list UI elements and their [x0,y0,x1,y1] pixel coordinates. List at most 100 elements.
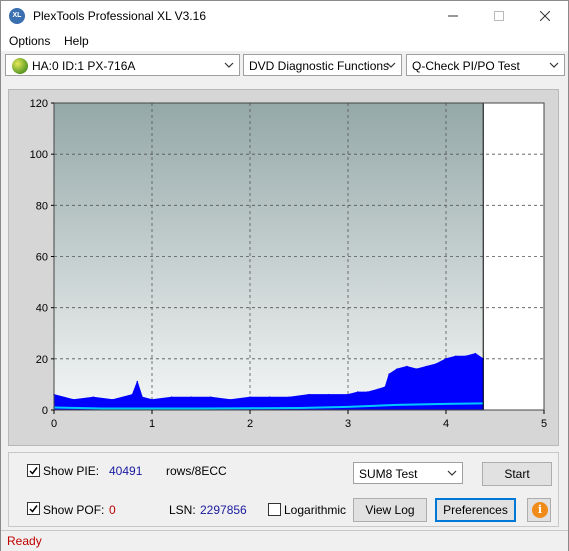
series-average-point [396,404,398,406]
x-tick-label: 2 [247,418,253,430]
series-pie-point [141,396,143,399]
series-pie-point [347,393,349,396]
x-tick-label: 3 [345,418,351,430]
series-pie-point [136,381,139,383]
drive-icon [12,58,28,74]
function-select[interactable]: DVD Diagnostic Functions [243,54,402,76]
chevron-down-icon [386,62,396,68]
controls-panel: Show PIE: 40491 rows/8ECC SUM8 Test Star… [8,452,559,527]
maximize-icon [494,11,504,21]
y-tick-label: 60 [36,252,48,264]
show-pie-label: Show PIE: [43,464,100,478]
app-logo-icon: XL [9,8,25,24]
lsn-label: LSN: [169,503,196,517]
series-pie-point [388,373,390,375]
pie-value: 40491 [109,464,143,478]
test-mode-select[interactable]: SUM8 Test [353,462,463,484]
checkmark-icon [29,505,38,513]
series-pie-point [268,396,271,399]
window-title: PlexTools Professional XL V3.16 [33,9,206,23]
series-pie-point [445,358,447,360]
series-pie-point [72,398,75,401]
series-average-point [102,407,104,410]
view-log-button[interactable]: View Log [353,498,427,522]
series-pie-point [288,396,291,399]
series-pie-point [415,368,418,370]
series-average-point [347,406,349,408]
chevron-down-icon [549,62,559,68]
series-pie-point [131,393,134,396]
series-average-point [200,407,202,410]
x-tick-label: 1 [149,418,155,430]
toolbar: HA:0 ID:1 PX-716A DVD Diagnostic Functio… [1,53,568,79]
series-pie-point [190,396,192,399]
series-pie-point [229,398,232,401]
info-button[interactable]: i [527,498,551,522]
show-pof-label: Show POF: [43,503,105,517]
pof-value: 0 [109,503,116,517]
drive-select-value: HA:0 ID:1 PX-716A [32,59,136,73]
menu-help[interactable]: Help [64,34,89,48]
y-tick-label: 100 [30,149,48,161]
pi-po-chart: 0 20 40 60 80 100 120 0 1 2 3 4 5 [30,98,547,430]
menu-options[interactable]: Options [9,34,50,48]
series-pie-point [474,352,477,355]
series-pie-point [464,355,467,358]
status-bar: Ready [1,530,568,551]
info-icon: i [532,502,548,518]
title-bar: XL PlexTools Professional XL V3.16 [1,1,568,31]
series-average-point [249,407,251,410]
close-button[interactable] [522,1,568,31]
series-pie-point [92,396,94,399]
y-tick-label: 120 [30,98,48,110]
series-pie-point [435,363,438,365]
app-window: XL PlexTools Professional XL V3.16 Optio… [0,0,569,551]
y-tick-label: 0 [42,405,48,417]
show-pie-checkbox[interactable] [27,464,40,477]
x-tick-label: 4 [443,418,449,430]
series-pie-point [396,368,398,370]
maximize-button[interactable] [476,1,522,31]
series-pie-point [210,396,212,399]
series-pie-point [455,355,457,358]
chart-panel: 0 20 40 60 80 100 120 0 1 2 3 4 5 [8,89,559,446]
status-text: Ready [7,534,42,548]
checkmark-icon [29,467,38,475]
test-mode-value: SUM8 Test [359,467,418,481]
y-tick-label: 40 [36,303,48,315]
series-pie-point [170,396,173,399]
logarithmic-checkbox[interactable] [268,503,281,516]
chevron-down-icon [447,470,457,476]
preferences-button[interactable]: Preferences [435,498,516,522]
series-pie-point [406,365,408,368]
series-pie-point [151,398,153,401]
series-average-point [298,407,300,409]
series-pie-point [327,393,330,396]
series-average-point [151,407,153,410]
show-pof-checkbox[interactable] [27,502,40,515]
lsn-value: 2297856 [200,503,247,517]
drive-select[interactable]: HA:0 ID:1 PX-716A [5,54,240,76]
function-select-value: DVD Diagnostic Functions [249,59,390,73]
minimize-button[interactable] [430,1,476,31]
series-pie-point [112,398,114,401]
test-select[interactable]: Q-Check PI/PO Test [406,54,565,76]
series-average-point [445,403,447,405]
series-pie-point [425,365,428,368]
pie-unit: rows/8ECC [166,464,227,478]
series-pie-point [249,396,251,399]
series-pie-point [376,388,379,391]
series-pie-point [308,393,310,396]
chevron-down-icon [224,62,234,68]
x-tick-label: 0 [51,418,57,430]
y-tick-label: 20 [36,354,48,366]
start-button[interactable]: Start [482,462,552,486]
logarithmic-label: Logarithmic [284,503,347,517]
close-icon [539,10,551,22]
series-pie-point [366,391,369,393]
series-pie-point [357,391,359,393]
test-select-value: Q-Check PI/PO Test [412,59,520,73]
menu-bar: Options Help [1,31,568,51]
x-tick-label: 5 [541,418,547,430]
y-tick-label: 80 [36,200,48,212]
